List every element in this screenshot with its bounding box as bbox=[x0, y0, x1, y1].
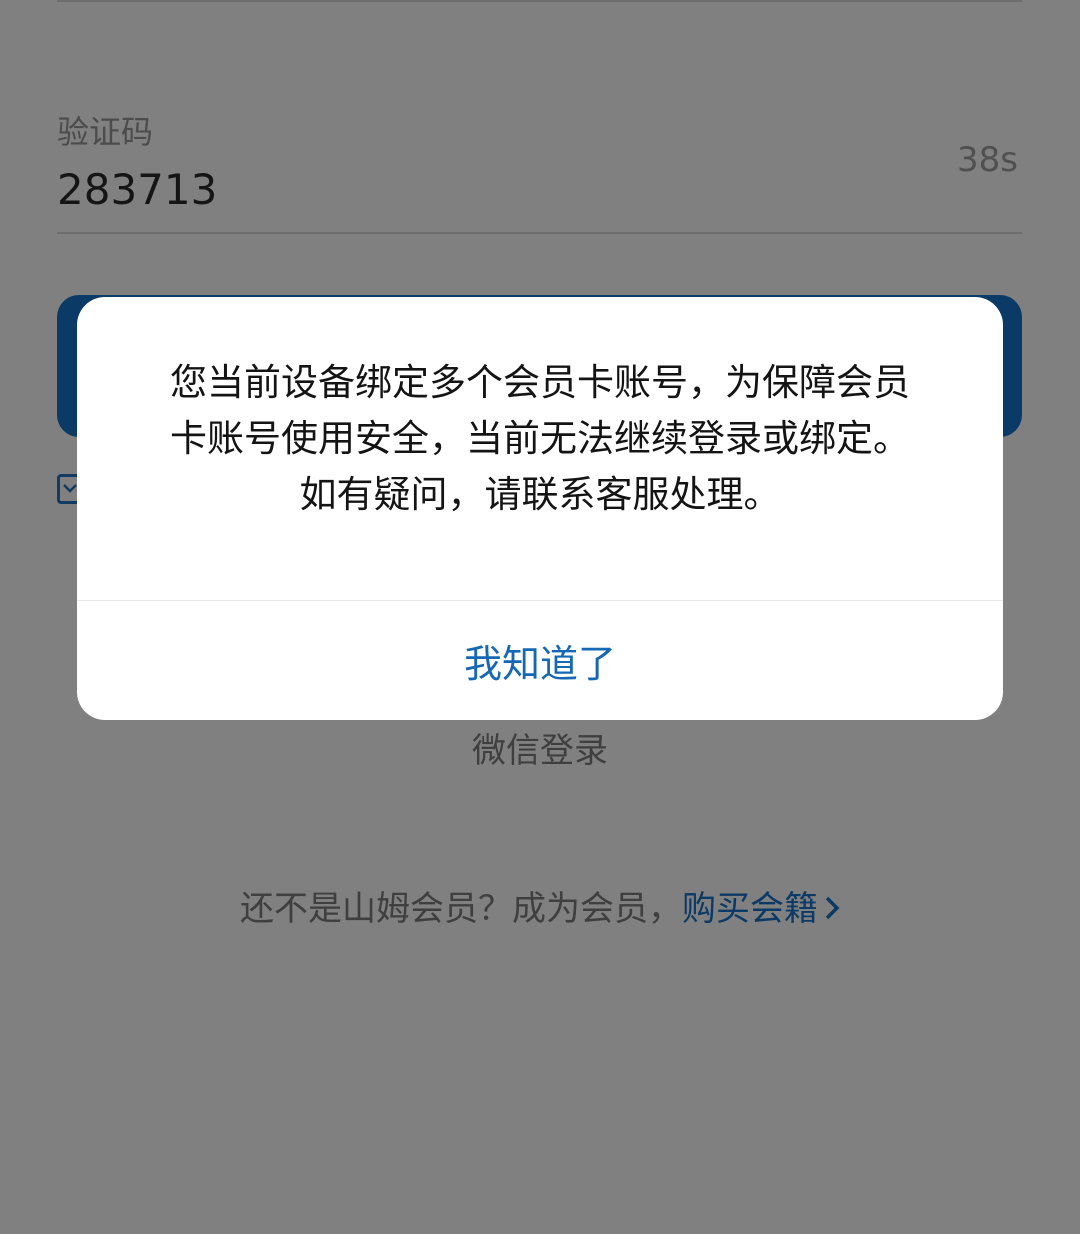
alert-dialog: 您当前设备绑定多个会员卡账号，为保障会员 卡账号使用安全，当前无法继续登录或绑定… bbox=[77, 297, 1003, 720]
member-prompt: 还不是山姆会员？成为会员，购买会籍 bbox=[0, 884, 1080, 934]
dialog-message-line: 卡账号使用安全，当前无法继续登录或绑定。 bbox=[170, 417, 910, 460]
code-field-divider bbox=[57, 232, 1022, 234]
resend-countdown: 38s bbox=[957, 140, 1018, 180]
dialog-message: 您当前设备绑定多个会员卡账号，为保障会员 卡账号使用安全，当前无法继续登录或绑定… bbox=[117, 355, 963, 523]
buy-membership-link[interactable]: 购买会籍 bbox=[682, 889, 818, 929]
phone-field-divider bbox=[57, 0, 1022, 2]
member-prompt-text: 还不是山姆会员？成为会员， bbox=[240, 889, 682, 929]
dialog-confirm-button[interactable]: 我知道了 bbox=[77, 601, 1003, 720]
verification-code-input[interactable] bbox=[57, 164, 657, 216]
wechat-login-link[interactable]: 微信登录 bbox=[0, 726, 1080, 776]
chevron-right-icon[interactable] bbox=[824, 894, 840, 922]
dialog-message-line: 您当前设备绑定多个会员卡账号，为保障会员 bbox=[170, 361, 910, 404]
dialog-message-line: 如有疑问，请联系客服处理。 bbox=[299, 473, 781, 516]
verification-code-label: 验证码 bbox=[57, 113, 154, 151]
login-screen: 验证码 38s 微信登录 还不是山姆会员？成为会员，购买会籍 您当前设备绑定多个… bbox=[0, 0, 1080, 1234]
checkbox-checked-icon bbox=[63, 484, 77, 493]
